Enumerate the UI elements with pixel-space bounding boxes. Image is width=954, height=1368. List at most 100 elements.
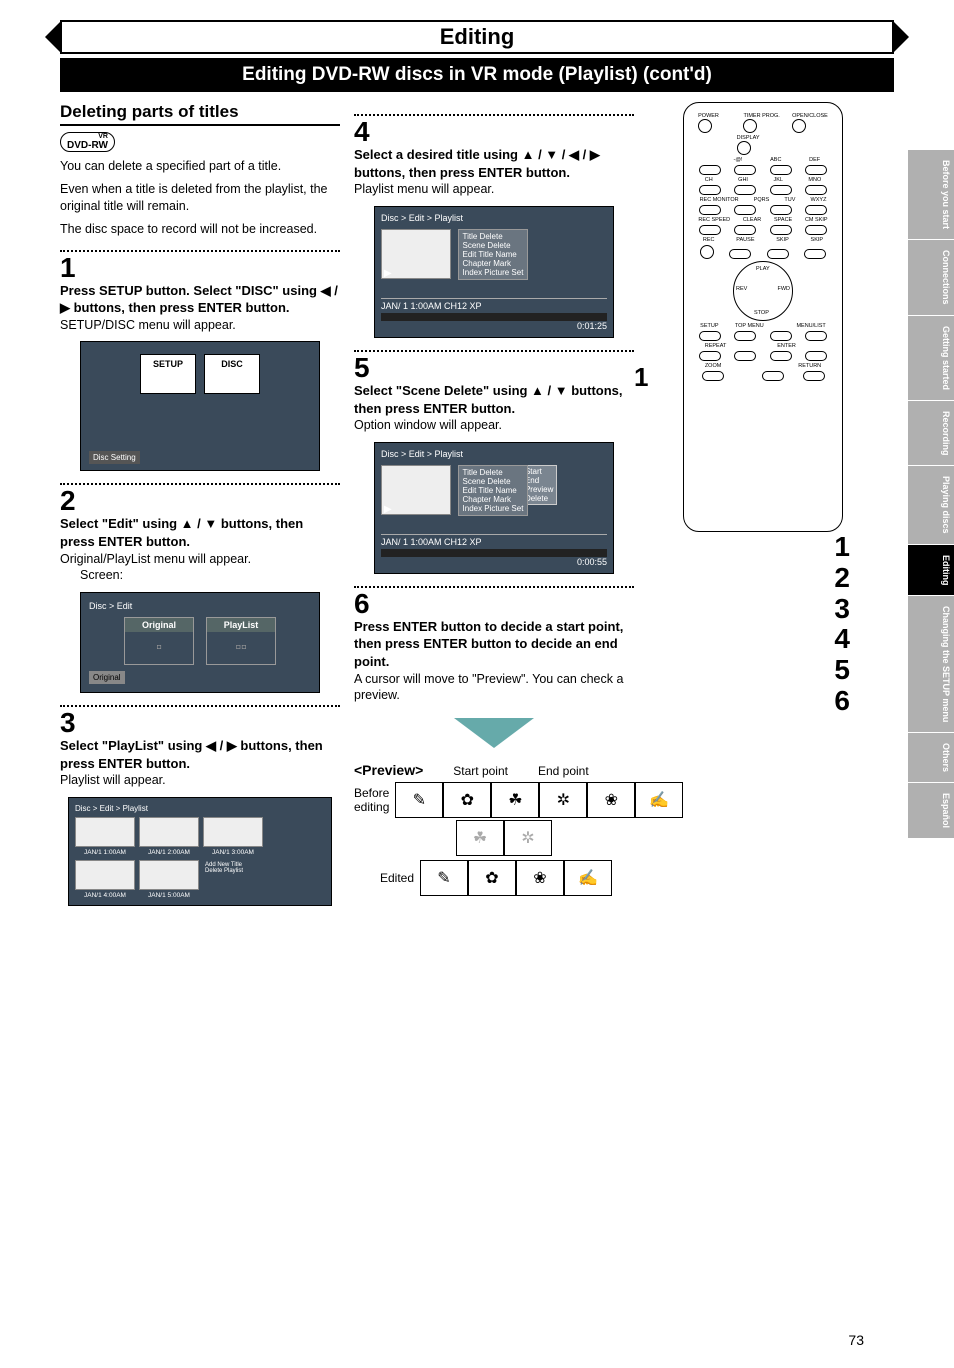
playlist-cell: JAN/1 4:00AM — [75, 892, 135, 899]
return-button — [803, 371, 825, 381]
osd-time: 0:00:55 — [381, 557, 607, 567]
preview-before-row: Before editing ✎✿☘ ✲❀✍ — [354, 782, 634, 818]
page-banner: Editing DVD-RW discs in VR mode (Playlis… — [60, 58, 894, 92]
page-title: Editing — [440, 24, 515, 50]
rlbl: WXYZ — [811, 197, 827, 203]
down-button — [762, 371, 784, 381]
osd-setup-btn: SETUP — [140, 354, 196, 394]
dvd-rw-badge: VR DVD-RW — [60, 132, 115, 152]
remote-callout-right: 1 2 3 4 5 6 — [834, 532, 850, 717]
step6-num: 6 — [354, 590, 634, 618]
num5-button — [770, 185, 792, 195]
page-header: Editing — [60, 20, 894, 54]
tab-getting-started: Getting started — [908, 316, 954, 400]
page-number: 73 — [848, 1332, 864, 1348]
step4-num: 4 — [354, 118, 634, 146]
fwd-label: FWD — [777, 286, 790, 292]
submenu-item: Start — [525, 467, 553, 476]
play-ring: PLAY REV FWD STOP — [733, 261, 793, 321]
play-label: PLAY — [756, 266, 770, 272]
rlbl: DISPLAY — [737, 135, 760, 141]
num9-button — [805, 205, 827, 215]
ch-up-button — [699, 165, 721, 175]
num2-button — [770, 165, 792, 175]
osd-edit-screen: Disc > Edit Original ▫ PlayList ▫▫ Origi… — [80, 592, 320, 693]
separator — [60, 705, 340, 707]
step5-body: Option window will appear. — [354, 417, 634, 434]
step5-head: Select "Scene Delete" using ▲ / ▼ button… — [354, 382, 634, 417]
callout-num: 4 — [834, 624, 850, 655]
rlbl: JKL — [773, 177, 782, 183]
rlbl: REC — [703, 237, 715, 243]
callout-num: 5 — [834, 655, 850, 686]
preview-end-label: End point — [538, 764, 589, 778]
playlist-cell: JAN/1 1:00AM — [75, 849, 135, 856]
rlbl: TOP MENU — [735, 323, 764, 329]
tab-playing-discs: Playing discs — [908, 466, 954, 544]
rlbl: TIMER PROG. — [743, 113, 779, 119]
step3-head: Select "PlayList" using ◀ / ▶ buttons, t… — [60, 737, 340, 772]
column-mid: 4 Select a desired title using ▲ / ▼ / ◀… — [354, 102, 634, 914]
badge-text: DVD-RW — [67, 140, 108, 151]
preview-cut-row: ☘✲ — [354, 820, 634, 856]
num6-button — [805, 185, 827, 195]
rlbl: MNO — [808, 177, 821, 183]
step2-num: 2 — [60, 487, 340, 515]
menu-item: Title Delete — [463, 232, 524, 241]
playlist-cell: JAN/1 2:00AM — [139, 849, 199, 856]
osd-context-menu: Title Delete Scene Delete Edit Title Nam… — [458, 465, 529, 516]
edited-label: Edited — [354, 871, 414, 885]
osd-status: JAN/ 1 1:00AM CH12 XP — [381, 301, 482, 311]
num0-button — [770, 225, 792, 235]
separator — [354, 586, 634, 588]
remote-callout-left: 1 — [634, 362, 648, 393]
rlbl: CLEAR — [743, 217, 761, 223]
num8-button — [770, 205, 792, 215]
osd-breadcrumb: Disc > Edit > Playlist — [381, 449, 607, 459]
osd-breadcrumb: Disc > Edit > Playlist — [381, 213, 607, 223]
osd-breadcrumb: Disc > Edit — [89, 601, 311, 611]
up-button — [770, 331, 792, 341]
menu-item: Index Picture Set — [463, 504, 524, 513]
step1-head: Press SETUP button. Select "DISC" using … — [60, 282, 340, 317]
menu-item: Index Picture Set — [463, 268, 524, 277]
rlbl: POWER — [698, 113, 719, 119]
tab-others: Others — [908, 733, 954, 782]
intro-3: The disc space to record will not be inc… — [60, 221, 340, 238]
preview-edited-row: Edited ✎✿ ❀✍ — [354, 860, 634, 896]
step3-num: 3 — [60, 709, 340, 737]
tab-connections: Connections — [908, 240, 954, 315]
step2-head: Select "Edit" using ▲ / ▼ buttons, then … — [60, 515, 340, 550]
column-left: Deleting parts of titles VR DVD-RW You c… — [60, 102, 340, 914]
menu-item: Title Delete — [463, 468, 524, 477]
playlist-cell: JAN/1 3:00AM — [203, 849, 263, 856]
playlist-cell: JAN/1 5:00AM — [139, 892, 199, 899]
osd-time: 0:01:25 — [381, 321, 607, 331]
osd-setup-screen: SETUP DISC Disc Setting — [80, 341, 320, 471]
separator — [354, 350, 634, 352]
side-tabs: Before you start Connections Getting sta… — [908, 150, 954, 839]
num4-button — [734, 185, 756, 195]
column-remote: POWERTIMER PROG.OPEN/CLOSE DISPLAY -@!AB… — [648, 102, 878, 914]
right-button — [805, 351, 827, 361]
rlbl: REC MONITOR — [700, 197, 739, 203]
rlbl: REC SPEED — [698, 217, 730, 223]
tab-changing-setup: Changing the SETUP menu — [908, 596, 954, 732]
rlbl: SPACE — [774, 217, 792, 223]
tab-recording: Recording — [908, 401, 954, 466]
menu-item: Chapter Mark — [463, 259, 524, 268]
rlbl: DEF — [809, 157, 820, 163]
left-button — [734, 351, 756, 361]
rlbl: ZOOM — [705, 363, 722, 369]
separator — [60, 250, 340, 252]
osd-playlist-option: PlayList ▫▫ — [206, 617, 276, 665]
preview-heading: <Preview> — [354, 762, 423, 778]
rlbl: CM SKIP — [805, 217, 828, 223]
osd-context-menu: Title Delete Scene Delete Edit Title Nam… — [458, 229, 529, 280]
step6-head: Press ENTER button to decide a start poi… — [354, 618, 634, 671]
rlbl: SETUP — [700, 323, 718, 329]
step2-body2: Screen: — [60, 567, 340, 584]
num1-button — [734, 165, 756, 175]
down-arrow-icon — [454, 718, 534, 748]
step1-body: SETUP/DISC menu will appear. — [60, 317, 340, 334]
